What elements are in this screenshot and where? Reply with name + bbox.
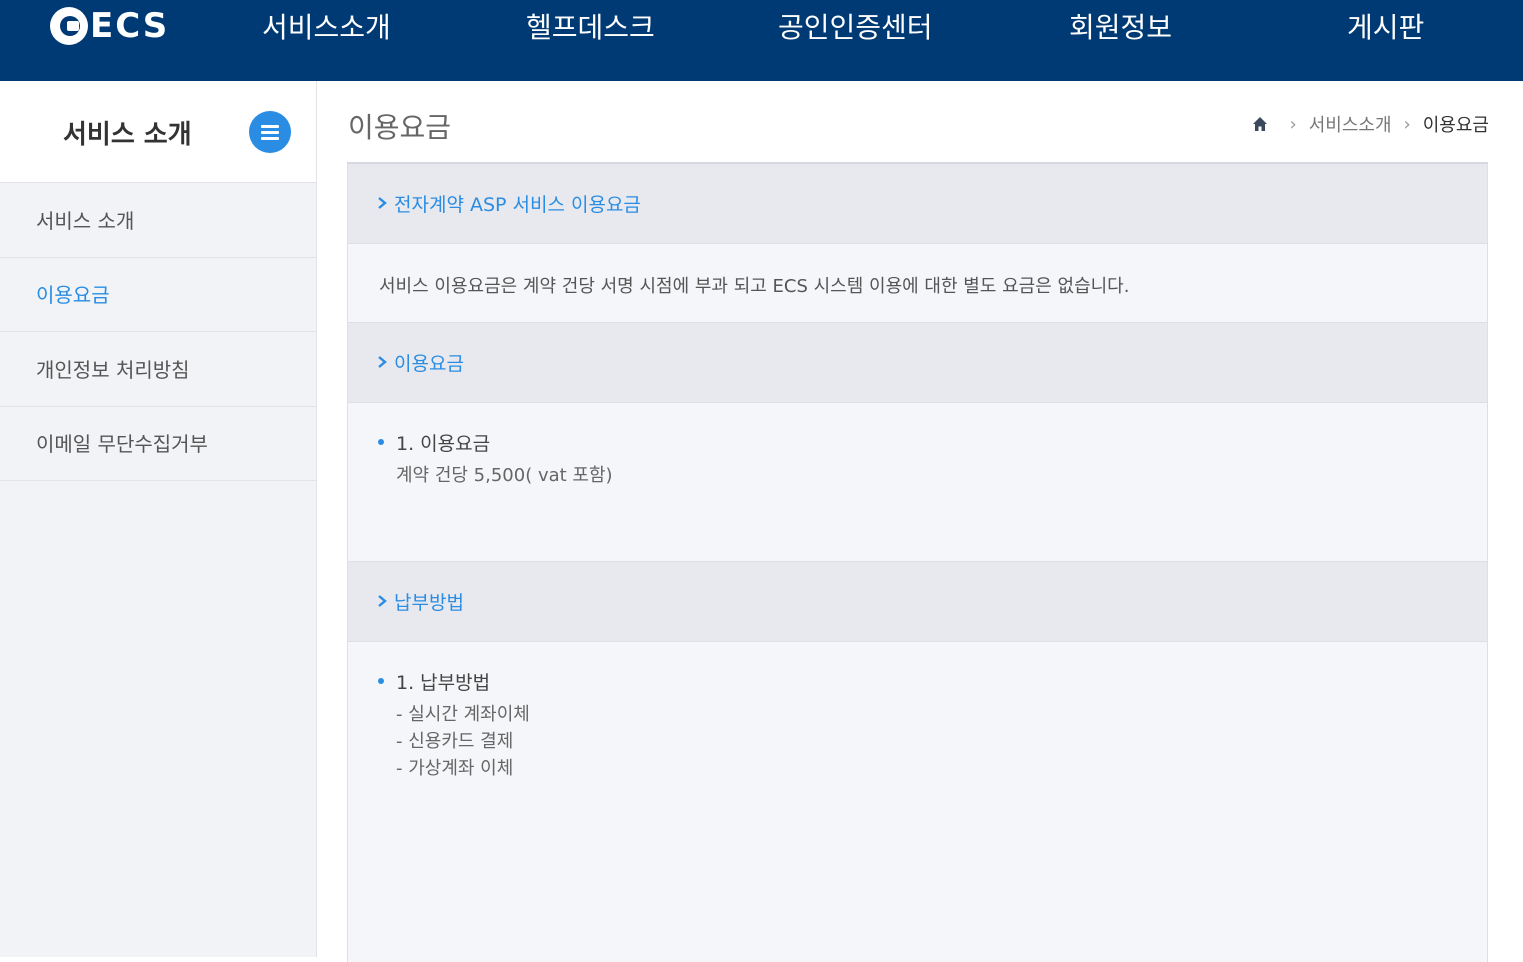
item-line: 계약 건당 5,500( vat 포함) bbox=[396, 465, 613, 486]
nav-item-member-info[interactable]: 회원정보 bbox=[1069, 8, 1172, 48]
nav-item-certificate-center[interactable]: 공인인증센터 bbox=[778, 8, 933, 48]
bullet-dot-icon bbox=[378, 678, 384, 684]
chevron-right-icon bbox=[378, 356, 387, 368]
sidebar-item-label: 이용요금 bbox=[36, 283, 110, 307]
bullet-dot-icon bbox=[378, 439, 384, 445]
item-title: 1. 납부방법 bbox=[396, 672, 491, 694]
chevron-right-icon: › bbox=[1289, 113, 1297, 135]
nav-item-service-intro[interactable]: 서비스소개 bbox=[262, 8, 391, 48]
item-line: - 신용카드 결제 bbox=[396, 731, 514, 752]
page-title: 이용요금 bbox=[348, 111, 452, 144]
section-header-fee: 이용요금 bbox=[348, 323, 1487, 403]
hamburger-icon bbox=[261, 125, 279, 128]
sidebar-title: 서비스 소개 bbox=[63, 120, 192, 150]
sidebar-item-fees[interactable]: 이용요금 bbox=[0, 257, 316, 332]
chevron-right-icon bbox=[378, 595, 387, 607]
breadcrumb-current: 이용요금 bbox=[1422, 115, 1489, 136]
nav-item-helpdesk[interactable]: 헬프데스크 bbox=[526, 8, 655, 48]
top-nav-bar: ECS 서비스소개 헬프데스크 공인인증센터 회원정보 게시판 bbox=[0, 0, 1523, 81]
breadcrumb: › 서비스소개 › 이용요금 bbox=[1252, 112, 1489, 136]
ecs-logo[interactable]: ECS bbox=[50, 6, 196, 46]
section-body-payment: 1. 납부방법 - 실시간 계좌이체 - 신용카드 결제 - 가상계좌 이체 bbox=[348, 642, 1487, 962]
sidebar-item-service-intro[interactable]: 서비스 소개 bbox=[0, 183, 316, 258]
breadcrumb-parent[interactable]: 서비스소개 bbox=[1309, 111, 1392, 137]
logo-text: ECS bbox=[90, 6, 170, 46]
sidebar-header: 서비스 소개 bbox=[0, 81, 316, 183]
section-title: 이용요금 bbox=[394, 353, 464, 375]
item-title: 1. 이용요금 bbox=[396, 433, 491, 455]
sidebar-item-email-refusal[interactable]: 이메일 무단수집거부 bbox=[0, 406, 316, 481]
section-title: 전자계약 ASP 서비스 이용요금 bbox=[394, 194, 641, 216]
sidebar-item-label: 서비스 소개 bbox=[36, 209, 135, 233]
section-header-asp-fee: 전자계약 ASP 서비스 이용요금 bbox=[348, 164, 1487, 244]
chevron-right-icon bbox=[378, 197, 387, 209]
content-panel: 전자계약 ASP 서비스 이용요금 서비스 이용요금은 계약 건당 서명 시점에… bbox=[347, 162, 1488, 962]
item-line: - 실시간 계좌이체 bbox=[396, 704, 530, 725]
item-line: - 가상계좌 이체 bbox=[396, 758, 514, 779]
logo-mark-icon bbox=[50, 7, 88, 45]
nav-item-board[interactable]: 게시판 bbox=[1347, 8, 1424, 48]
section-body-asp-fee: 서비스 이용요금은 계약 건당 서명 시점에 부과 되고 ECS 시스템 이용에… bbox=[348, 244, 1487, 323]
sidebar: 서비스 소개 서비스 소개 이용요금 개인정보 처리방침 이메일 무단수집거부 bbox=[0, 81, 317, 957]
chevron-right-icon: › bbox=[1403, 113, 1411, 135]
sidebar-item-label: 개인정보 처리방침 bbox=[36, 358, 190, 382]
fee-description: 서비스 이용요금은 계약 건당 서명 시점에 부과 되고 ECS 시스템 이용에… bbox=[379, 276, 1130, 297]
section-header-payment: 납부방법 bbox=[348, 562, 1487, 642]
sidebar-item-label: 이메일 무단수집거부 bbox=[36, 432, 208, 456]
sidebar-item-privacy-policy[interactable]: 개인정보 처리방침 bbox=[0, 332, 316, 407]
section-body-fee: 1. 이용요금 계약 건당 5,500( vat 포함) bbox=[348, 403, 1487, 562]
home-icon[interactable] bbox=[1252, 116, 1268, 132]
menu-toggle-button[interactable] bbox=[249, 111, 291, 153]
section-title: 납부방법 bbox=[394, 592, 464, 614]
